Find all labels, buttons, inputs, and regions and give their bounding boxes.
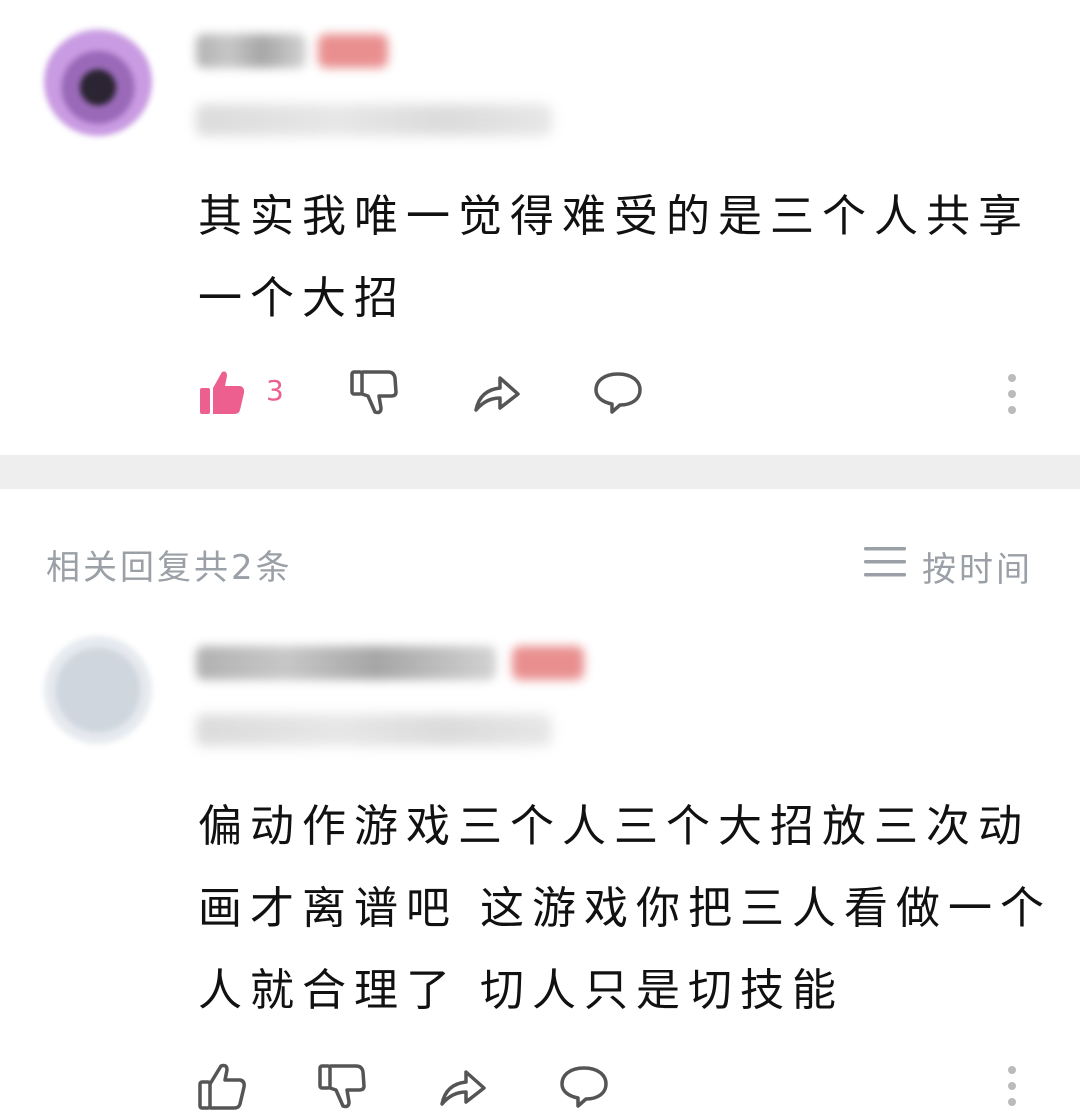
thumbs-up-icon [198,1063,246,1110]
sort-button[interactable] [862,544,908,584]
level-badge-redacted [512,646,584,680]
comment-line: 其实我唯一觉得难受的是三个人共享 [198,191,1030,242]
share-arrow-icon [474,376,520,412]
level-badge-redacted [318,34,388,68]
more-vertical-icon [1008,374,1016,414]
share-button[interactable] [436,1060,488,1116]
share-arrow-icon [440,1070,486,1106]
reply-line: 偏动作游戏三个人三个大招放三次动 [198,801,1030,852]
thumbs-down-icon [318,1064,366,1109]
comment-button[interactable] [592,366,644,422]
more-options-button[interactable] [1000,1064,1024,1114]
more-options-button[interactable] [1000,372,1024,422]
comment-bubble-icon [560,1066,608,1108]
more-vertical-icon [1008,1066,1016,1106]
thumbs-up-icon [200,371,245,414]
dislike-button[interactable] [348,366,400,422]
comment-line: 一个大招 [198,273,406,324]
comment-body: 其实我唯一觉得难受的是三个人共享 一个大招 [198,176,1030,340]
reply-body: 偏动作游戏三个人三个大招放三次动 画才离谱吧 这游戏你把三人看做一个 人就合理了… [198,786,1052,1032]
replies-count-label: 相关回复共2条 [46,548,293,588]
dislike-button[interactable] [316,1060,368,1116]
sort-lines-icon [864,547,906,577]
comment-bubble-icon [594,372,642,414]
comment-meta-redacted [196,104,552,136]
section-divider [0,455,1080,489]
reply-line: 画才离谱吧 这游戏你把三人看做一个 [198,883,1052,934]
avatar[interactable] [44,28,152,136]
comment-button[interactable] [558,1060,610,1116]
thumbs-down-icon [350,370,398,415]
like-button[interactable] [196,1060,248,1116]
sort-label[interactable]: 按时间 [922,542,1033,591]
like-count: 3 [266,374,284,407]
share-button[interactable] [470,366,522,422]
username-redacted[interactable] [196,646,496,680]
avatar[interactable] [44,636,152,744]
username-redacted[interactable] [196,34,306,68]
like-button[interactable] [196,366,248,422]
reply-line: 人就合理了 切人只是切技能 [198,965,844,1016]
comment-meta-redacted [196,714,552,746]
